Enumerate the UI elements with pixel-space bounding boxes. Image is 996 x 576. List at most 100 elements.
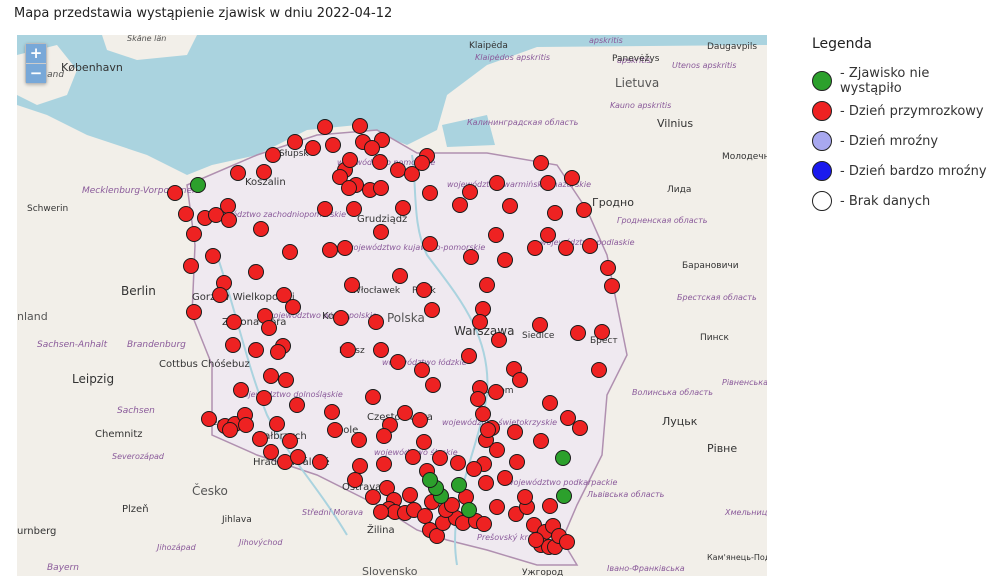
station-marker-frost[interactable]: [305, 140, 321, 156]
station-marker-frost[interactable]: [282, 433, 298, 449]
zoom-in-button[interactable]: +: [26, 44, 46, 63]
station-marker-frost[interactable]: [582, 238, 598, 254]
station-marker-frost[interactable]: [432, 450, 448, 466]
station-marker-frost[interactable]: [559, 534, 575, 550]
station-marker-frost[interactable]: [476, 516, 492, 532]
station-marker-frost[interactable]: [364, 140, 380, 156]
station-marker-frost[interactable]: [337, 240, 353, 256]
station-marker-frost[interactable]: [489, 499, 505, 515]
station-marker-frost[interactable]: [248, 342, 264, 358]
station-marker-frost[interactable]: [414, 155, 430, 171]
station-marker-frost[interactable]: [186, 226, 202, 242]
station-marker-frost[interactable]: [324, 404, 340, 420]
station-marker-frost[interactable]: [422, 185, 438, 201]
station-marker-frost[interactable]: [222, 422, 238, 438]
station-marker-frost[interactable]: [558, 240, 574, 256]
station-marker-frost[interactable]: [167, 185, 183, 201]
station-marker-frost[interactable]: [278, 372, 294, 388]
station-marker-frost[interactable]: [472, 314, 488, 330]
station-marker-frost[interactable]: [475, 406, 491, 422]
station-marker-frost[interactable]: [312, 454, 328, 470]
station-marker-frost[interactable]: [347, 472, 363, 488]
station-marker-frost[interactable]: [594, 324, 610, 340]
station-marker-frost[interactable]: [373, 504, 389, 520]
station-marker-frost[interactable]: [205, 248, 221, 264]
station-marker-frost[interactable]: [600, 260, 616, 276]
station-marker-frost[interactable]: [373, 224, 389, 240]
station-marker-frost[interactable]: [560, 410, 576, 426]
station-marker-frost[interactable]: [248, 264, 264, 280]
station-marker-frost[interactable]: [376, 428, 392, 444]
station-marker-frost[interactable]: [373, 180, 389, 196]
station-marker-frost[interactable]: [479, 277, 495, 293]
station-marker-no-event[interactable]: [190, 177, 206, 193]
station-marker-frost[interactable]: [475, 301, 491, 317]
station-marker-frost[interactable]: [346, 201, 362, 217]
station-marker-frost[interactable]: [412, 412, 428, 428]
station-marker-frost[interactable]: [390, 354, 406, 370]
station-marker-no-event[interactable]: [461, 502, 477, 518]
station-marker-frost[interactable]: [425, 377, 441, 393]
station-marker-no-event[interactable]: [556, 488, 572, 504]
station-marker-frost[interactable]: [422, 236, 438, 252]
station-marker-frost[interactable]: [416, 282, 432, 298]
station-marker-frost[interactable]: [542, 498, 558, 514]
station-marker-frost[interactable]: [225, 337, 241, 353]
station-marker-frost[interactable]: [263, 368, 279, 384]
station-marker-frost[interactable]: [507, 424, 523, 440]
station-marker-frost[interactable]: [289, 397, 305, 413]
station-marker-frost[interactable]: [290, 449, 306, 465]
station-marker-frost[interactable]: [282, 244, 298, 260]
station-marker-frost[interactable]: [489, 175, 505, 191]
station-marker-frost[interactable]: [322, 242, 338, 258]
station-marker-frost[interactable]: [414, 362, 430, 378]
station-marker-frost[interactable]: [416, 434, 432, 450]
station-marker-frost[interactable]: [186, 304, 202, 320]
station-marker-frost[interactable]: [183, 258, 199, 274]
station-marker-frost[interactable]: [478, 475, 494, 491]
station-marker-frost[interactable]: [542, 395, 558, 411]
station-marker-frost[interactable]: [466, 461, 482, 477]
station-marker-frost[interactable]: [572, 420, 588, 436]
station-marker-frost[interactable]: [342, 152, 358, 168]
station-marker-frost[interactable]: [547, 205, 563, 221]
station-marker-frost[interactable]: [497, 252, 513, 268]
station-marker-frost[interactable]: [238, 417, 254, 433]
station-marker-frost[interactable]: [488, 227, 504, 243]
station-marker-frost[interactable]: [376, 456, 392, 472]
station-marker-frost[interactable]: [230, 165, 246, 181]
station-marker-frost[interactable]: [352, 118, 368, 134]
station-marker-frost[interactable]: [512, 372, 528, 388]
station-marker-frost[interactable]: [261, 320, 277, 336]
station-marker-no-event[interactable]: [451, 477, 467, 493]
station-marker-frost[interactable]: [591, 362, 607, 378]
station-marker-frost[interactable]: [341, 180, 357, 196]
station-marker-frost[interactable]: [317, 119, 333, 135]
zoom-out-button[interactable]: −: [26, 63, 46, 83]
station-marker-frost[interactable]: [252, 431, 268, 447]
station-marker-frost[interactable]: [327, 422, 343, 438]
station-marker-frost[interactable]: [265, 147, 281, 163]
station-marker-frost[interactable]: [497, 470, 513, 486]
station-marker-frost[interactable]: [221, 212, 237, 228]
station-marker-frost[interactable]: [528, 532, 544, 548]
station-marker-frost[interactable]: [226, 314, 242, 330]
station-marker-frost[interactable]: [470, 391, 486, 407]
station-marker-frost[interactable]: [452, 197, 468, 213]
station-marker-frost[interactable]: [352, 458, 368, 474]
station-marker-frost[interactable]: [269, 416, 285, 432]
station-marker-frost[interactable]: [402, 487, 418, 503]
station-marker-frost[interactable]: [317, 201, 333, 217]
station-marker-frost[interactable]: [178, 206, 194, 222]
station-marker-frost[interactable]: [517, 489, 533, 505]
station-marker-frost[interactable]: [287, 134, 303, 150]
station-marker-frost[interactable]: [395, 200, 411, 216]
station-marker-frost[interactable]: [365, 389, 381, 405]
station-marker-frost[interactable]: [533, 433, 549, 449]
station-marker-frost[interactable]: [491, 332, 507, 348]
station-marker-frost[interactable]: [392, 268, 408, 284]
station-marker-frost[interactable]: [256, 164, 272, 180]
station-marker-frost[interactable]: [576, 202, 592, 218]
station-marker-frost[interactable]: [373, 342, 389, 358]
station-marker-frost[interactable]: [509, 454, 525, 470]
